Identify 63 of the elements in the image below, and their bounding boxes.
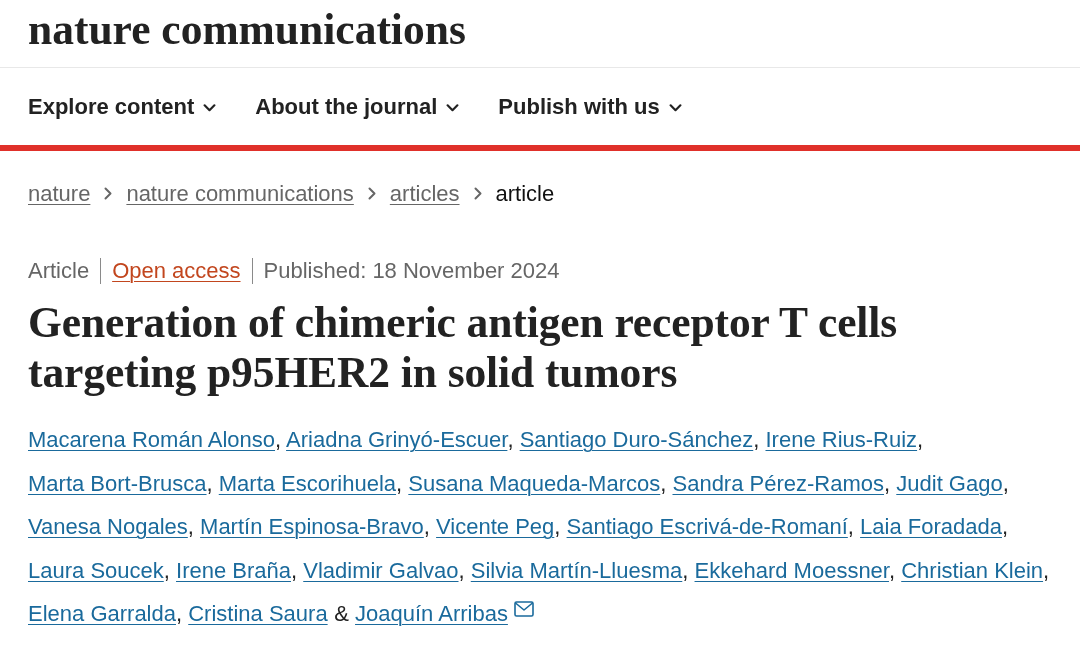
author-link[interactable]: Ekkehard Moessner	[694, 557, 889, 583]
author-link[interactable]: Marta Bort-Brusca	[28, 470, 207, 496]
author-separator: ,	[917, 427, 924, 452]
author-link[interactable]: Macarena Román Alonso	[28, 427, 276, 452]
published-date: Published: 18 November 2024	[263, 257, 560, 284]
breadcrumb-link[interactable]: articles	[389, 180, 460, 207]
author-link[interactable]: Santiago Escrivá-de-Romaní	[566, 514, 848, 539]
author-separator: ,	[163, 557, 170, 583]
author-link[interactable]: Silvia Martín-Lluesma	[470, 557, 683, 583]
nav-menu-button[interactable]: Explore content	[28, 93, 217, 120]
chevron-right-icon	[367, 187, 376, 200]
envelope-icon[interactable]	[513, 601, 534, 617]
chevron-down-icon	[446, 103, 460, 112]
article-type: Article	[28, 257, 90, 284]
author-separator: ,	[1043, 557, 1050, 583]
author-link[interactable]: Judit Gago	[896, 470, 1003, 496]
author-separator: ,	[847, 514, 854, 539]
author-separator: ,	[291, 557, 298, 583]
author-link[interactable]: Sandra Pérez-Ramos	[672, 470, 885, 496]
author-separator: ,	[1001, 514, 1009, 539]
author-link[interactable]: Santiago Duro-Sánchez	[519, 427, 754, 452]
author-link[interactable]: Susana Maqueda-Marcos	[408, 470, 661, 496]
author-link[interactable]: Christian Klein	[901, 557, 1044, 583]
breadcrumb-link[interactable]: nature communications	[126, 180, 354, 207]
author-link[interactable]: Marta Escorihuela	[218, 470, 397, 496]
author-link[interactable]: Cristina Saura	[188, 601, 328, 626]
author-separator: ,	[396, 470, 403, 496]
chevron-right-icon	[473, 187, 482, 200]
breadcrumb-link[interactable]: nature	[28, 180, 91, 207]
author-link[interactable]: Vicente Peg	[436, 514, 555, 539]
author-link[interactable]: Martín Espinosa-Bravo	[200, 514, 424, 539]
nav-menu-button[interactable]: Publish with us	[498, 93, 682, 120]
open-access-link[interactable]: Open access	[112, 257, 241, 284]
author-link[interactable]: Irene Rius-Ruiz	[765, 427, 918, 452]
author-separator: ,	[753, 427, 760, 452]
author-link[interactable]: Joaquín Arribas	[355, 601, 508, 626]
author-separator: ,	[507, 427, 514, 452]
author-link[interactable]: Ariadna Grinyó-Escuer	[286, 427, 508, 452]
author-separator: ,	[554, 514, 561, 539]
journal-logo[interactable]: nature communications	[28, 7, 466, 52]
author-separator: ,	[458, 557, 465, 583]
author-link[interactable]: Laura Soucek	[28, 557, 164, 583]
author-separator: ,	[1002, 470, 1009, 496]
chevron-down-icon	[668, 103, 682, 112]
author-separator: ,	[423, 514, 430, 539]
author-separator: ,	[275, 427, 282, 452]
article-title: Generation of chimeric antigen receptor T cells targeting p95HER2 in solid tumors	[28, 297, 899, 397]
author-link[interactable]: Laia Foradada	[860, 514, 1002, 539]
author-link[interactable]: Vanesa Nogales	[28, 514, 188, 539]
author-separator: ,	[884, 470, 891, 496]
author-separator: ,	[660, 470, 667, 496]
author-separator: &	[334, 601, 349, 626]
author-separator: ,	[176, 601, 183, 626]
author-link[interactable]: Vladimir Galvao	[303, 557, 459, 583]
author-separator: ,	[206, 470, 213, 496]
chevron-down-icon	[203, 103, 217, 112]
breadcrumb-current: article	[495, 180, 555, 207]
author-separator: ,	[682, 557, 689, 583]
chevron-right-icon	[104, 187, 113, 200]
author-link[interactable]: Elena Garralda	[28, 601, 176, 626]
author-link[interactable]: Irene Braña	[176, 557, 291, 583]
nav-menu-button[interactable]: About the journal	[255, 93, 460, 120]
author-separator: ,	[187, 514, 194, 539]
